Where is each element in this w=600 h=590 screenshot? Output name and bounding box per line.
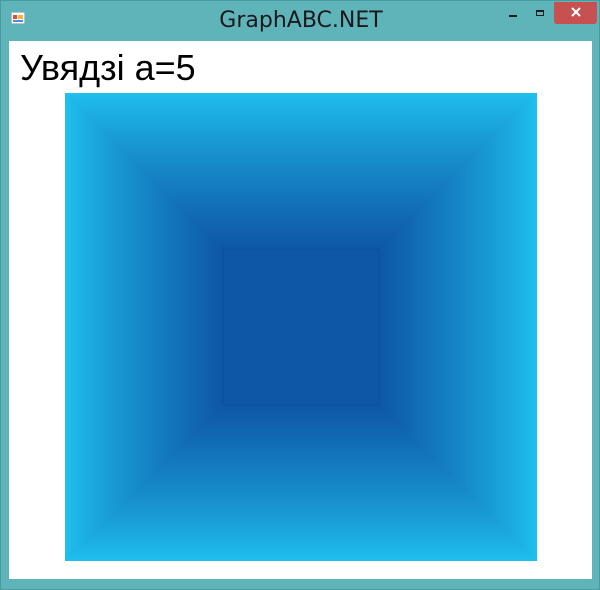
app-window: GraphABC.NET Увядзі a=5 [0, 0, 600, 590]
minimize-button[interactable] [500, 2, 526, 24]
title-bar[interactable]: GraphABC.NET [1, 1, 600, 41]
minimize-icon [509, 15, 517, 17]
maximize-icon [536, 10, 544, 16]
maximize-button[interactable] [527, 2, 553, 24]
prompt-text: Увядзі a=5 [20, 47, 196, 88]
gradient-square-drawing [65, 93, 537, 561]
close-icon [570, 4, 581, 22]
gradient-square-ring [223, 249, 379, 405]
close-button[interactable] [554, 2, 597, 24]
graph-client-area: Увядзі a=5 [9, 41, 592, 579]
